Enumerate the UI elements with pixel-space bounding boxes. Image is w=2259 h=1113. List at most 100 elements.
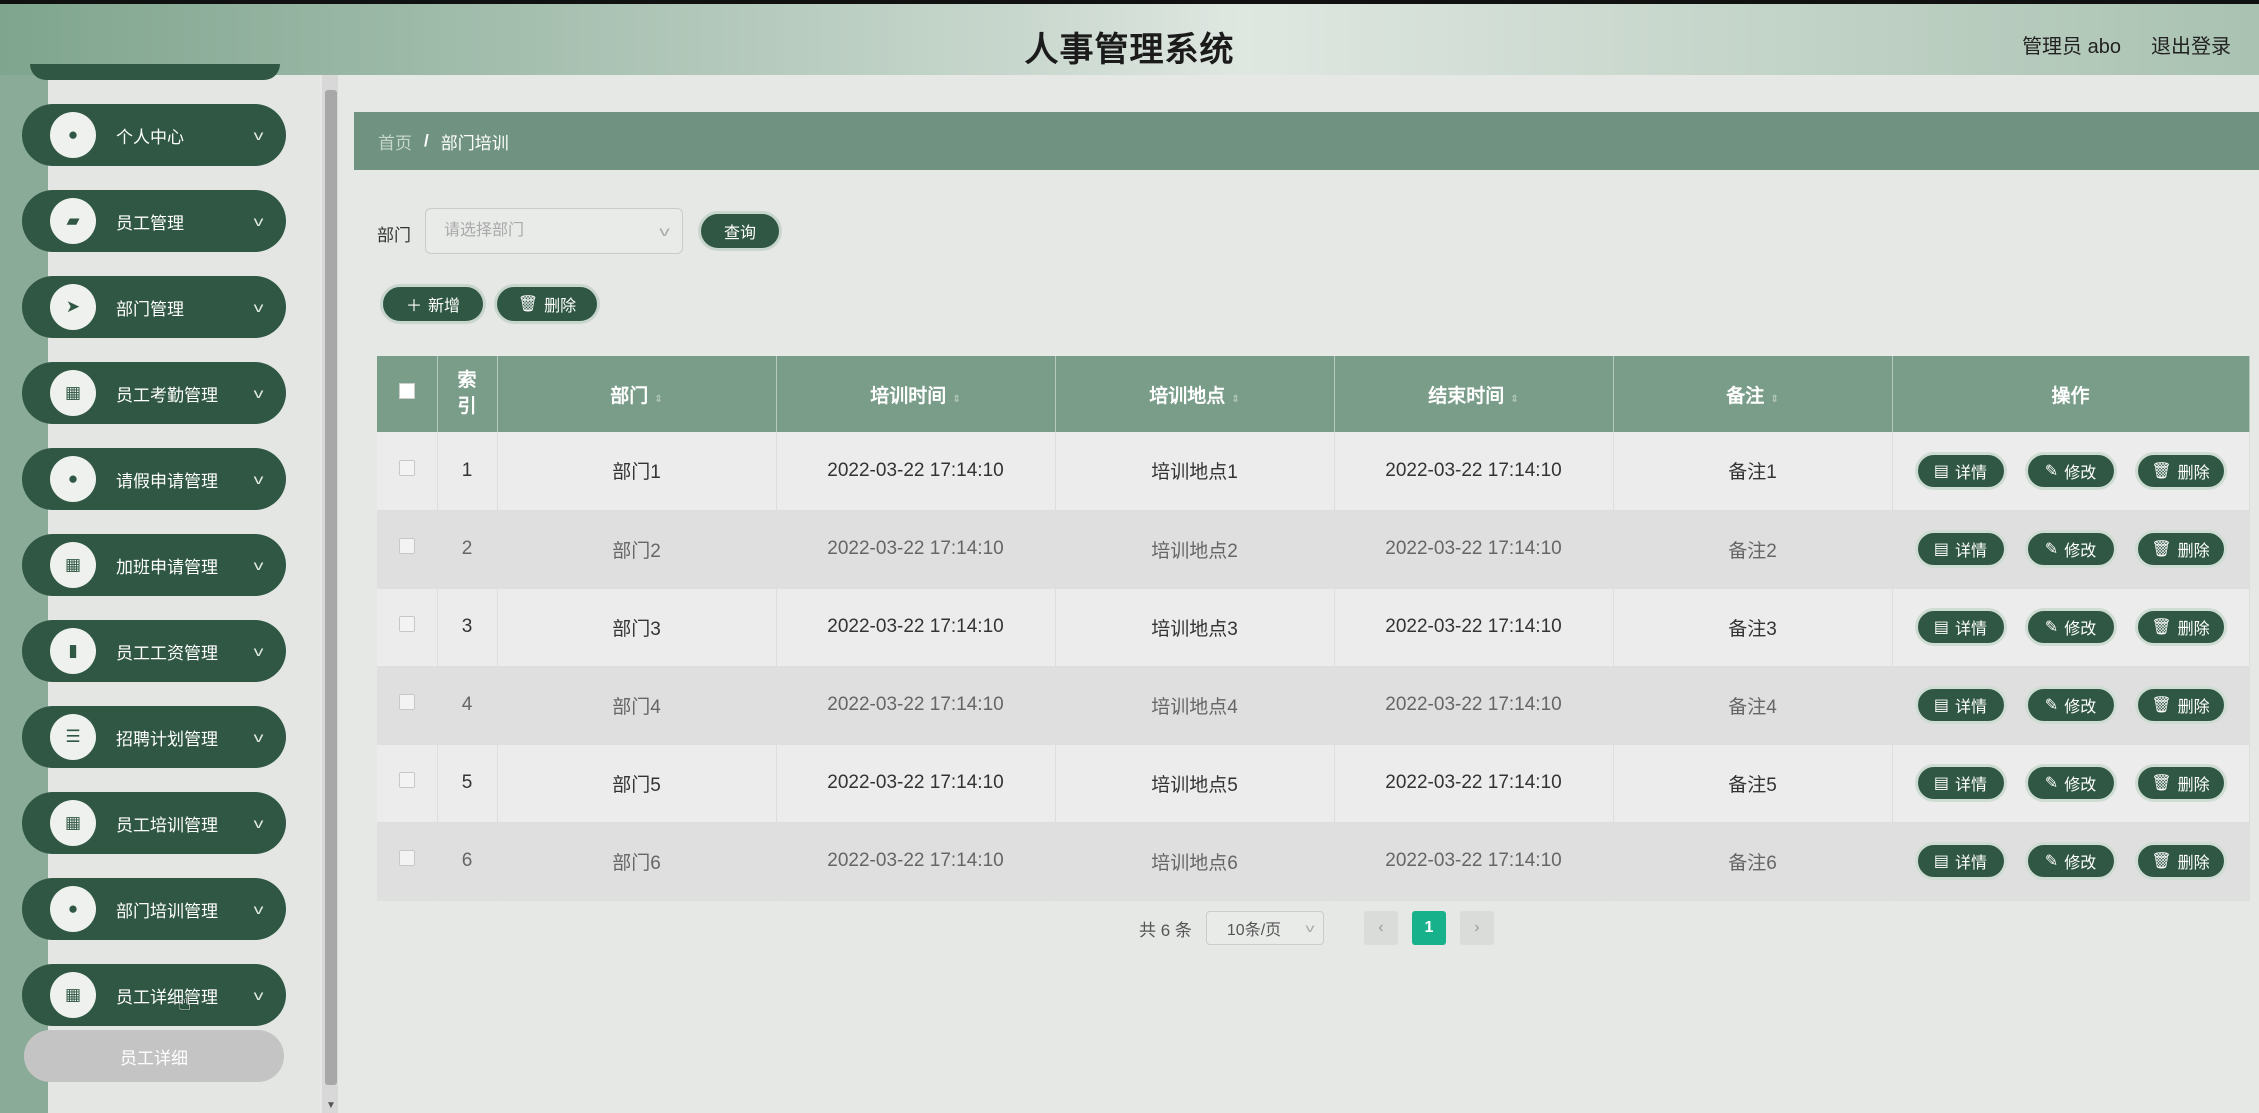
- edit-button[interactable]: ✎ 修改: [2024, 608, 2117, 646]
- row-checkbox[interactable]: [398, 694, 415, 710]
- sidebar-item-2[interactable]: ▰ 员工管理 v: [22, 190, 286, 252]
- detail-button[interactable]: ▤ 详情: [1914, 451, 2007, 490]
- pencil-icon: ✎: [2044, 462, 2059, 480]
- page-size-select[interactable]: 10条/页 v: [1205, 911, 1324, 945]
- sidebar-item-6[interactable]: ▦ 加班申请管理 v: [22, 534, 286, 596]
- sidebar-item-9[interactable]: ▦ 员工培训管理 v: [22, 792, 286, 854]
- table-row[interactable]: 4 部门4 2022-03-22 17:14:10 培训地点4 2022-03-22 1…: [377, 666, 2250, 745]
- bulk-delete-button[interactable]: 🗑 删除: [494, 284, 600, 324]
- mouse-cursor-icon: ☝: [178, 990, 192, 1015]
- sort-icon[interactable]: ⇕: [1770, 394, 1778, 405]
- chevron-down-icon: v: [1305, 921, 1315, 935]
- edit-button[interactable]: ✎ 修改: [2024, 686, 2117, 724]
- cell-actions: ▤ 详情 ✎ 修改 🗑 删除: [1892, 744, 2250, 823]
- row-checkbox[interactable]: [398, 538, 415, 554]
- delete-button[interactable]: 🗑 删除: [2134, 608, 2227, 646]
- row-checkbox[interactable]: [398, 772, 415, 788]
- col-location-label: 培训地点: [1149, 385, 1226, 407]
- row-checkbox[interactable]: [398, 459, 415, 476]
- delete-button[interactable]: 🗑 删除: [2134, 530, 2227, 568]
- cell-dept: 部门3: [497, 588, 777, 667]
- dept-filter-label: 部门: [377, 226, 411, 245]
- delete-button[interactable]: 🗑 删除: [2134, 764, 2227, 802]
- cell-train-time: 2022-03-22 17:14:10: [776, 588, 1056, 667]
- trash-icon: 🗑: [2151, 619, 2172, 636]
- delete-label: 删除: [2177, 699, 2210, 716]
- table-row[interactable]: 6 部门6 2022-03-22 17:14:10 培训地点6 2022-03-22 1…: [377, 822, 2250, 901]
- sidebar-subitem-employee-detail[interactable]: 员工详细: [24, 1030, 284, 1082]
- cell-location: 培训地点2: [1055, 510, 1335, 589]
- detail-button[interactable]: ▤ 详情: [1914, 608, 2007, 646]
- prev-page-button[interactable]: ‹: [1363, 911, 1398, 945]
- sort-icon[interactable]: ⇕: [1231, 394, 1239, 405]
- detail-button[interactable]: ▤ 详情: [1914, 764, 2007, 802]
- sidebar-scroll-thumb[interactable]: [325, 90, 337, 1085]
- detail-button[interactable]: ▤ 详情: [1914, 686, 2007, 724]
- edit-button[interactable]: ✎ 修改: [2024, 530, 2117, 568]
- col-end-time[interactable]: 结束时间 ⇕: [1334, 356, 1614, 432]
- cell-train-time: 2022-03-22 17:14:10: [776, 822, 1056, 901]
- edit-button[interactable]: ✎ 修改: [2024, 842, 2117, 880]
- pagination: 共 6 条 10条/页 v ‹ 1 ›: [1139, 911, 1494, 945]
- detail-button[interactable]: ▤ 详情: [1914, 842, 2007, 880]
- dept-select-placeholder: 请选择部门: [444, 222, 525, 239]
- pencil-icon: ✎: [2044, 541, 2059, 558]
- sidebar-item-5[interactable]: ● 请假申请管理 v: [22, 448, 286, 510]
- delete-button[interactable]: 🗑 删除: [2134, 451, 2227, 490]
- sidebar-item-label: 请假申请管理: [116, 471, 218, 491]
- breadcrumb-separator: /: [424, 131, 429, 150]
- cell-train-time: 2022-03-22 17:14:10: [776, 666, 1056, 745]
- delete-label: 删除: [2177, 621, 2210, 638]
- sort-icon[interactable]: ⇕: [952, 394, 960, 405]
- sidebar-item-7[interactable]: ▮ 员工工资管理 v: [22, 620, 286, 682]
- grid-icon: ▦: [50, 370, 96, 416]
- sidebar-item-1[interactable]: ● 个人中心 v: [22, 104, 286, 166]
- cell-end-time: 2022-03-22 17:14:10: [1334, 666, 1614, 745]
- sort-icon[interactable]: ⇕: [1510, 394, 1518, 405]
- edit-label: 修改: [2064, 855, 2097, 872]
- sort-icon[interactable]: ⇕: [654, 394, 662, 405]
- col-dept[interactable]: 部门 ⇕: [497, 356, 777, 432]
- sidebar-item-3[interactable]: ➤ 部门管理 v: [22, 276, 286, 338]
- select-all-checkbox[interactable]: [398, 383, 415, 399]
- dept-select[interactable]: 请选择部门 v: [425, 208, 683, 254]
- table-row[interactable]: 2 部门2 2022-03-22 17:14:10 培训地点2 2022-03-22 1…: [377, 510, 2250, 589]
- sidebar-item-10[interactable]: ● 部门培训管理 v: [22, 878, 286, 940]
- row-checkbox[interactable]: [398, 850, 415, 866]
- document-icon: ▤: [1933, 462, 1950, 480]
- col-location[interactable]: 培训地点 ⇕: [1055, 356, 1335, 432]
- col-train-time[interactable]: 培训时间 ⇕: [776, 356, 1056, 432]
- col-dept-label: 部门: [610, 385, 649, 407]
- logout-link[interactable]: 退出登录: [2151, 30, 2231, 59]
- scroll-down-icon[interactable]: ▼: [326, 1100, 336, 1111]
- table-row[interactable]: 1 部门1 2022-03-22 17:14:10 培训地点1 2022-03-22 1…: [377, 432, 2250, 511]
- col-train-time-label: 培训时间: [870, 385, 947, 407]
- document-icon: ▤: [1933, 697, 1950, 714]
- add-button[interactable]: ＋ 新增: [380, 284, 486, 324]
- delete-button[interactable]: 🗑 删除: [2134, 842, 2227, 880]
- detail-button[interactable]: ▤ 详情: [1914, 530, 2007, 568]
- breadcrumb-home[interactable]: 首页: [378, 129, 412, 154]
- briefcase-icon: ▰: [50, 198, 96, 244]
- top-bar: 人事管理系统 管理员 abo 退出登录: [0, 0, 2259, 75]
- sidebar-item-label: 员工考勤管理: [116, 385, 218, 405]
- detail-label: 详情: [1955, 855, 1988, 872]
- table-row[interactable]: 3 部门3 2022-03-22 17:14:10 培训地点3 2022-03-22 1…: [377, 588, 2250, 667]
- cell-train-time: 2022-03-22 17:14:10: [776, 432, 1056, 511]
- delete-button[interactable]: 🗑 删除: [2134, 686, 2227, 724]
- edit-button[interactable]: ✎ 修改: [2024, 764, 2117, 802]
- trash-icon: 🗑: [517, 296, 539, 313]
- user-icon: ●: [50, 456, 96, 502]
- query-button[interactable]: 查询: [698, 211, 782, 251]
- sidebar-item-11[interactable]: ▦ 员工详细管理 v: [22, 964, 286, 1026]
- row-checkbox[interactable]: [398, 616, 415, 632]
- edit-label: 修改: [2064, 543, 2097, 560]
- col-note[interactable]: 备注 ⇕: [1613, 356, 1893, 432]
- sidebar-item-8[interactable]: ☰ 招聘计划管理 v: [22, 706, 286, 768]
- edit-button[interactable]: ✎ 修改: [2024, 451, 2117, 490]
- sidebar-item-4[interactable]: ▦ 员工考勤管理 v: [22, 362, 286, 424]
- page-1-button[interactable]: 1: [1411, 911, 1446, 945]
- next-page-button[interactable]: ›: [1459, 911, 1494, 945]
- col-index-label: 索引: [457, 370, 477, 417]
- table-row[interactable]: 5 部门5 2022-03-22 17:14:10 培训地点5 2022-03-22 1…: [377, 744, 2250, 823]
